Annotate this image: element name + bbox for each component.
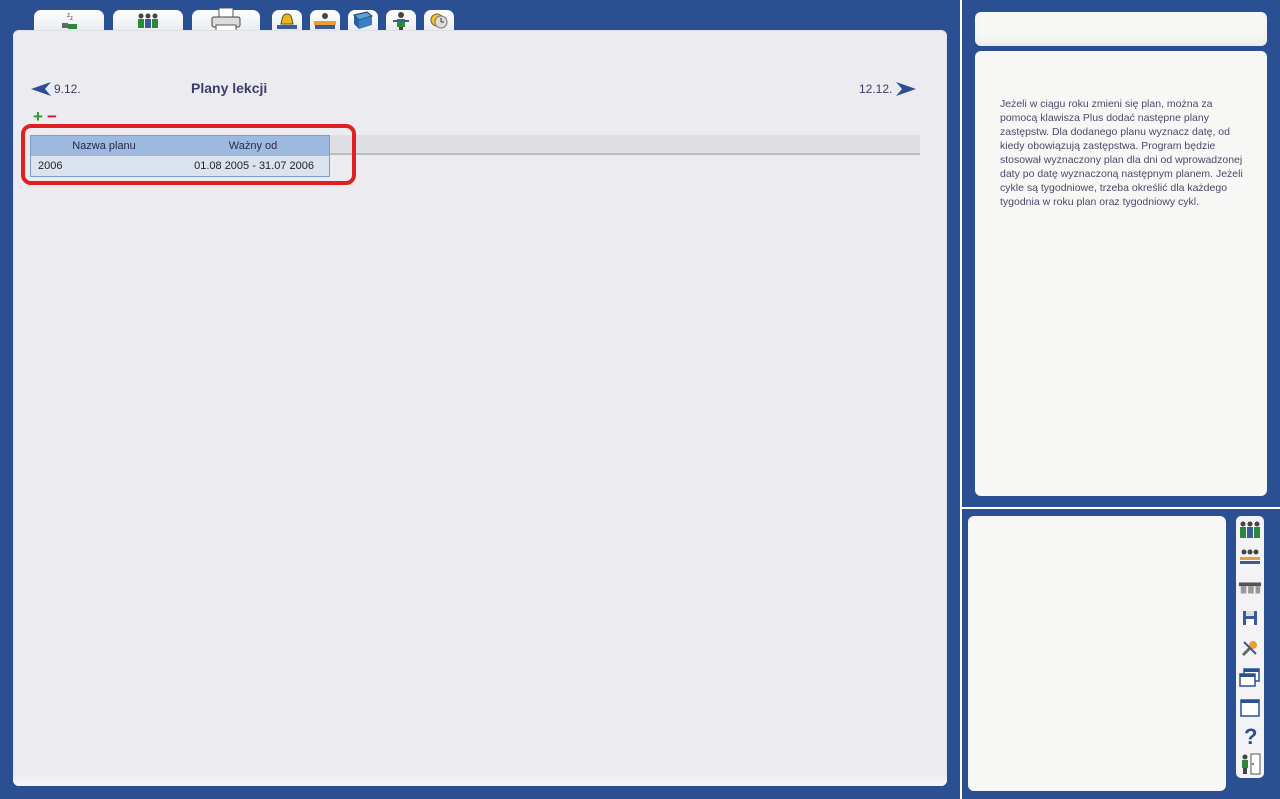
next-period-label: 12.12. bbox=[859, 82, 893, 96]
windows-icon bbox=[1239, 668, 1260, 687]
tab-book[interactable] bbox=[348, 10, 378, 32]
rooms-button[interactable] bbox=[1238, 576, 1262, 600]
tools-icon bbox=[1241, 641, 1257, 657]
tools-button[interactable] bbox=[1238, 636, 1262, 660]
prev-period-button[interactable]: 9.12. bbox=[31, 80, 81, 98]
side-toolbar: ? bbox=[1236, 516, 1264, 778]
main-panel-bottom bbox=[13, 774, 947, 786]
add-remove-controls: + − bbox=[33, 108, 57, 125]
tab-teacher[interactable] bbox=[386, 10, 416, 32]
classes-button[interactable] bbox=[1238, 546, 1262, 570]
tab-desk[interactable] bbox=[310, 10, 340, 32]
classes-icon bbox=[1240, 549, 1260, 564]
right-bottom-panel bbox=[968, 516, 1226, 791]
exit-icon bbox=[1242, 753, 1261, 775]
teachers-button[interactable] bbox=[1238, 518, 1262, 542]
vertical-divider bbox=[960, 0, 962, 799]
table-header-strip bbox=[330, 135, 920, 155]
teacher-icon bbox=[393, 12, 409, 30]
window-icon bbox=[1240, 699, 1260, 717]
desk-icon bbox=[314, 13, 336, 29]
help-button[interactable]: ? bbox=[1238, 724, 1262, 748]
highlight-box bbox=[21, 124, 356, 185]
page-title: Plany lekcji bbox=[191, 80, 268, 96]
right-top-panel bbox=[975, 12, 1267, 46]
tab-sleep[interactable]: z z bbox=[34, 10, 104, 32]
clock-icon bbox=[430, 13, 448, 29]
tab-teachers[interactable] bbox=[113, 10, 183, 32]
exit-button[interactable] bbox=[1238, 752, 1262, 776]
svg-text:z: z bbox=[70, 16, 73, 22]
tab-bell[interactable] bbox=[272, 10, 302, 32]
teachers-icon bbox=[138, 13, 158, 28]
save-button[interactable] bbox=[1238, 606, 1262, 630]
main-panel: 9.12. Plany lekcji 12.12. + − Nazwa plan… bbox=[13, 30, 947, 786]
save-icon bbox=[1243, 611, 1257, 625]
window-button[interactable] bbox=[1238, 696, 1262, 720]
windows-button[interactable] bbox=[1238, 666, 1262, 690]
help-text: Jeżeli w ciągu roku zmieni się plan, moż… bbox=[1000, 98, 1243, 208]
remove-plan-button[interactable]: − bbox=[47, 108, 57, 125]
tab-clock[interactable] bbox=[424, 10, 454, 32]
arrow-right-icon bbox=[896, 82, 917, 96]
rooms-icon bbox=[1238, 582, 1262, 594]
add-plan-button[interactable]: + bbox=[33, 108, 43, 125]
teachers-icon bbox=[1240, 521, 1260, 538]
sleep-icon: z z bbox=[62, 13, 77, 29]
prev-period-label: 9.12. bbox=[54, 82, 81, 96]
arrow-left-icon bbox=[31, 82, 51, 96]
svg-text:?: ? bbox=[1244, 725, 1257, 747]
next-period-button[interactable]: 12.12. bbox=[859, 80, 917, 98]
tab-print[interactable] bbox=[192, 8, 260, 33]
bell-icon bbox=[277, 13, 297, 29]
book-icon bbox=[353, 11, 374, 29]
help-icon: ? bbox=[1244, 725, 1257, 747]
horizontal-divider bbox=[962, 507, 1280, 509]
help-panel: Jeżeli w ciągu roku zmieni się plan, moż… bbox=[975, 51, 1267, 496]
